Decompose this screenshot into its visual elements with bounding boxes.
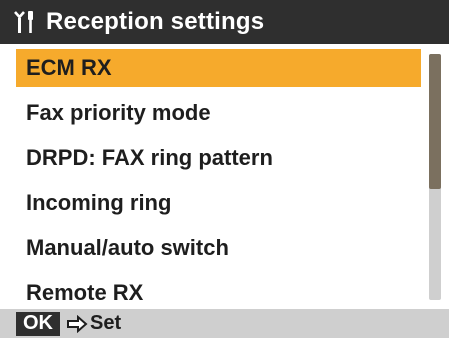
menu-item-drpd-fax-ring-pattern[interactable]: DRPD: FAX ring pattern bbox=[16, 139, 421, 177]
page-title: Reception settings bbox=[46, 8, 265, 35]
menu-item-label: Remote RX bbox=[26, 280, 144, 305]
menu-item-fax-priority-mode[interactable]: Fax priority mode bbox=[16, 94, 421, 132]
menu-item-incoming-ring[interactable]: Incoming ring bbox=[16, 184, 421, 222]
arrow-icon bbox=[66, 314, 88, 333]
menu-item-remote-rx[interactable]: Remote RX bbox=[16, 274, 421, 312]
scrollbar-thumb[interactable] bbox=[429, 54, 441, 189]
screen: Reception settings ECM RX Fax priority m… bbox=[0, 0, 449, 338]
menu-item-ecm-rx[interactable]: ECM RX bbox=[16, 49, 421, 87]
settings-menu: ECM RX Fax priority mode DRPD: FAX ring … bbox=[16, 49, 421, 319]
scrollbar[interactable] bbox=[429, 54, 441, 300]
set-label: Set bbox=[90, 312, 122, 334]
menu-item-manual-auto-switch[interactable]: Manual/auto switch bbox=[16, 229, 421, 267]
menu-item-label: ECM RX bbox=[26, 55, 112, 80]
settings-icon bbox=[10, 7, 40, 37]
title-bar: Reception settings bbox=[0, 0, 449, 44]
bottom-bar: OK Set bbox=[0, 309, 449, 338]
ok-button-label: OK bbox=[16, 311, 60, 336]
menu-item-label: Fax priority mode bbox=[26, 100, 211, 125]
menu-item-label: Manual/auto switch bbox=[26, 235, 229, 260]
menu-item-label: DRPD: FAX ring pattern bbox=[26, 145, 273, 170]
menu-item-label: Incoming ring bbox=[26, 190, 172, 215]
